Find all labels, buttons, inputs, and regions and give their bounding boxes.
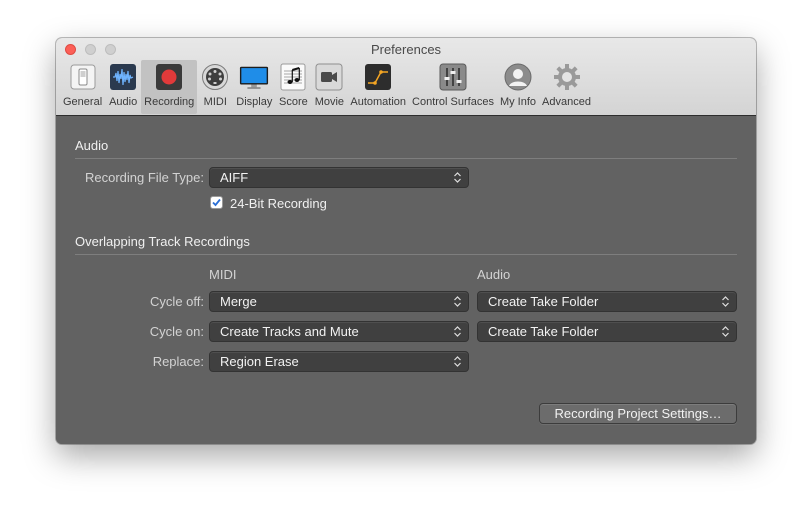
tab-automation[interactable]: Automation xyxy=(347,60,409,114)
replace-label: Replace: xyxy=(152,354,204,369)
preferences-window: Preferences General Audio Recording MIDI… xyxy=(56,38,756,444)
midi-port-icon xyxy=(200,62,230,92)
audio-section-divider xyxy=(75,158,737,159)
overlapping-section-divider xyxy=(75,254,737,255)
window-title: Preferences xyxy=(370,42,442,57)
movie-camera-icon xyxy=(314,62,344,92)
chevron-updown-icon xyxy=(454,326,461,337)
title-bar: Preferences General Audio Recording MIDI… xyxy=(56,38,756,116)
tab-recording[interactable]: Recording xyxy=(141,60,198,114)
recording-project-settings-button[interactable]: Recording Project Settings… xyxy=(539,403,737,424)
score-notation-icon xyxy=(278,62,308,92)
tab-my-info[interactable]: My Info xyxy=(497,60,539,114)
cycle-off-audio-value: Create Take Folder xyxy=(488,294,599,309)
general-switch-icon xyxy=(68,62,98,92)
tab-movie[interactable]: Movie xyxy=(311,60,347,114)
chevron-updown-icon xyxy=(454,356,461,367)
preferences-toolbar: General Audio Recording MIDI Display Sco… xyxy=(60,60,594,116)
cycle-on-audio-select[interactable]: Create Take Folder xyxy=(477,321,737,342)
cycle-on-audio-value: Create Take Folder xyxy=(488,324,599,339)
audio-column-header: Audio xyxy=(477,267,511,282)
gear-icon xyxy=(552,62,582,92)
automation-curve-icon xyxy=(363,62,393,92)
replace-midi-value: Region Erase xyxy=(220,354,299,369)
tab-midi[interactable]: MIDI xyxy=(197,60,233,114)
recording-file-type-select[interactable]: AIFF xyxy=(209,167,469,188)
user-avatar-icon xyxy=(503,62,533,92)
overlapping-recordings-section-title: Overlapping Track Recordings xyxy=(75,234,250,249)
cycle-on-midi-value: Create Tracks and Mute xyxy=(220,324,359,339)
record-button-icon xyxy=(154,62,184,92)
cycle-off-audio-select[interactable]: Create Take Folder xyxy=(477,291,737,312)
replace-midi-select[interactable]: Region Erase xyxy=(209,351,469,372)
tab-advanced[interactable]: Advanced xyxy=(539,60,594,114)
cycle-on-midi-select[interactable]: Create Tracks and Mute xyxy=(209,321,469,342)
cycle-off-midi-select[interactable]: Merge xyxy=(209,291,469,312)
display-monitor-icon xyxy=(239,62,269,92)
cycle-off-label: Cycle off: xyxy=(150,294,204,309)
midi-column-header: MIDI xyxy=(209,267,237,282)
recording-preferences-pane: Audio Recording File Type: AIFF 24-Bit R… xyxy=(56,116,756,444)
tab-score[interactable]: Score xyxy=(275,60,311,114)
checkmark-icon xyxy=(212,198,221,207)
recording-file-type-value: AIFF xyxy=(220,170,249,185)
recording-file-type-label: Recording File Type: xyxy=(85,170,204,185)
cycle-on-label: Cycle on: xyxy=(149,324,204,339)
tab-display[interactable]: Display xyxy=(233,60,275,114)
cycle-off-midi-value: Merge xyxy=(220,294,257,309)
tab-general[interactable]: General xyxy=(60,60,105,114)
chevron-updown-icon xyxy=(454,172,461,183)
control-surface-faders-icon xyxy=(438,62,468,92)
24-bit-recording-checkbox[interactable] xyxy=(210,196,223,209)
chevron-updown-icon xyxy=(722,326,729,337)
24-bit-recording-label: 24-Bit Recording xyxy=(230,196,327,211)
chevron-updown-icon xyxy=(454,296,461,307)
tab-control-surfaces[interactable]: Control Surfaces xyxy=(409,60,497,114)
chevron-updown-icon xyxy=(722,296,729,307)
audio-section-title: Audio xyxy=(75,138,109,153)
audio-waveform-icon xyxy=(108,62,138,92)
tab-audio[interactable]: Audio xyxy=(105,60,141,114)
